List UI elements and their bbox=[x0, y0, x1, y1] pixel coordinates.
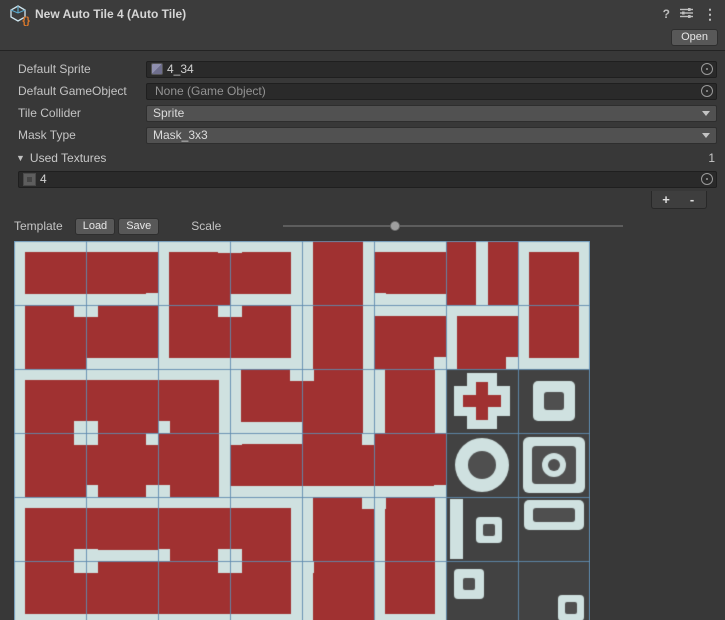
remove-texture-button[interactable]: - bbox=[681, 192, 703, 207]
scriptable-object-icon: {} bbox=[8, 4, 28, 24]
used-textures-label: Used Textures bbox=[30, 151, 106, 165]
window-title: New Auto Tile 4 (Auto Tile) bbox=[35, 7, 186, 21]
help-icon[interactable]: ? bbox=[663, 8, 670, 20]
texture-name: 4 bbox=[40, 172, 47, 186]
default-sprite-value: 4_34 bbox=[167, 62, 194, 76]
template-toolbar: Template Load Save Scale bbox=[0, 216, 725, 236]
field-row-default-sprite: Default Sprite 4_34 bbox=[0, 59, 725, 79]
scale-slider-handle[interactable] bbox=[390, 221, 400, 231]
inspector-window: {} New Auto Tile 4 (Auto Tile) ? ⋮ bbox=[0, 0, 725, 620]
inspector-body: Default Sprite 4_34 Default GameObject N… bbox=[0, 51, 725, 620]
tile-collider-label: Tile Collider bbox=[18, 106, 146, 120]
mask-type-label: Mask Type bbox=[18, 128, 146, 142]
object-picker-icon[interactable] bbox=[701, 85, 713, 97]
add-texture-button[interactable]: + bbox=[655, 192, 677, 207]
inspector-header: {} New Auto Tile 4 (Auto Tile) ? ⋮ bbox=[0, 0, 725, 51]
default-gameobject-value: None (Game Object) bbox=[155, 84, 266, 98]
field-row-default-gameobject: Default GameObject None (Game Object) bbox=[0, 81, 725, 101]
dropdown-caret-icon bbox=[702, 133, 710, 138]
sprite-thumbnail-icon bbox=[151, 63, 163, 75]
tile-collider-dropdown[interactable]: Sprite bbox=[146, 105, 717, 122]
foldout-arrow-icon[interactable]: ▼ bbox=[16, 153, 25, 163]
braces-icon: {} bbox=[22, 16, 30, 27]
texture-thumbnail-icon bbox=[23, 173, 36, 186]
open-button[interactable]: Open bbox=[671, 29, 718, 46]
scale-slider-track[interactable] bbox=[283, 225, 623, 227]
texture-list-item: 4 bbox=[0, 169, 725, 189]
field-row-tile-collider: Tile Collider Sprite bbox=[0, 103, 725, 123]
default-gameobject-label: Default GameObject bbox=[18, 84, 146, 98]
texture-list-footer: + - bbox=[0, 191, 725, 209]
presets-icon[interactable] bbox=[680, 7, 693, 21]
default-gameobject-field[interactable]: None (Game Object) bbox=[146, 83, 717, 100]
field-row-mask-type: Mask Type Mask_3x3 bbox=[0, 125, 725, 145]
scale-label: Scale bbox=[191, 219, 221, 233]
tileset-preview bbox=[14, 241, 592, 620]
mask-type-value: Mask_3x3 bbox=[153, 128, 208, 142]
dropdown-caret-icon bbox=[702, 111, 710, 116]
used-textures-foldout[interactable]: ▼ Used Textures 1 bbox=[0, 149, 725, 167]
menu-icon[interactable]: ⋮ bbox=[703, 8, 717, 20]
default-sprite-field[interactable]: 4_34 bbox=[146, 61, 717, 78]
load-button[interactable]: Load bbox=[75, 218, 115, 235]
save-button[interactable]: Save bbox=[118, 218, 159, 235]
default-sprite-label: Default Sprite bbox=[18, 62, 146, 76]
tileset-canvas[interactable] bbox=[14, 241, 590, 620]
texture-object-field[interactable]: 4 bbox=[18, 171, 717, 188]
object-picker-icon[interactable] bbox=[701, 63, 713, 75]
template-label: Template bbox=[14, 219, 63, 233]
object-picker-icon[interactable] bbox=[701, 173, 713, 185]
tile-collider-value: Sprite bbox=[153, 106, 184, 120]
scale-slider[interactable] bbox=[283, 219, 623, 233]
used-textures-count: 1 bbox=[708, 151, 715, 165]
mask-type-dropdown[interactable]: Mask_3x3 bbox=[146, 127, 717, 144]
